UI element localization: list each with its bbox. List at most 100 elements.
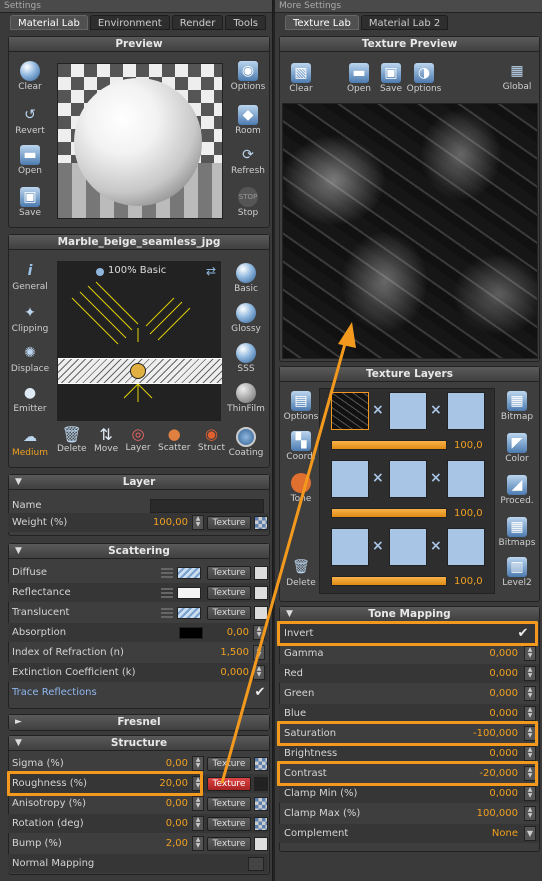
complement-dropdown-icon[interactable]: ▼ [524,826,536,841]
saturation-spinner[interactable]: ▲ ▼ [524,726,536,741]
tab-tools[interactable]: Tools [225,15,266,30]
thinfilm-button[interactable]: ThinFilm [225,383,267,414]
bump-value[interactable]: 2,00 [128,838,188,849]
tone-mapping-header[interactable]: ▼ Tone Mapping [280,607,539,622]
trace-reflections-checkbox[interactable]: ✔ [252,685,268,700]
basic-button[interactable]: Basic [225,263,267,294]
texture-clear-button[interactable]: ▧ Clear [280,63,322,94]
clipping-button[interactable]: ✦ Clipping [9,303,51,334]
clamp-max-value[interactable]: 100,000 [438,808,518,819]
reflectance-texture-swatch[interactable] [254,585,268,600]
anisotropy-value[interactable]: 0,00 [128,798,188,809]
empty-layer-thumb[interactable] [447,392,485,430]
blue-spinner[interactable]: ▲ ▼ [524,706,536,721]
weight-texture-swatch[interactable] [254,515,268,530]
material-preview-image[interactable] [57,63,223,219]
color-button[interactable]: ◤ Color [496,433,538,464]
layer-delete-button[interactable]: 🗑︎ Delete [280,557,322,588]
roughness-texture-button[interactable]: Texture [207,776,251,791]
translucent-swatch[interactable] [177,606,201,619]
clamp-max-spinner[interactable]: ▲ ▼ [524,806,536,821]
empty-layer-thumb[interactable] [389,392,427,430]
diffuse-texture-button[interactable]: Texture [207,565,251,580]
sigma-value[interactable]: 0,00 [128,758,188,769]
gamma-value[interactable]: 0,000 [438,648,518,659]
level2-button[interactable]: ▥ Level2 [496,557,538,588]
translucent-texture-swatch[interactable] [254,605,268,620]
sigma-texture-button[interactable]: Texture [207,756,251,771]
texture-preview-image[interactable] [282,103,538,359]
grip-icon[interactable] [161,607,173,618]
extinction-spinner[interactable]: ▲ ▼ [253,665,265,680]
extinction-value[interactable]: 0,000 [189,667,249,678]
open-button[interactable]: ▬ Open [9,145,51,176]
roughness-texture-swatch[interactable] [254,776,268,791]
scattering-header[interactable]: ▼ Scattering [9,544,269,559]
refresh-button[interactable]: ⟳ Refresh [227,145,269,176]
contrast-value[interactable]: -20,000 [438,768,518,779]
empty-layer-thumb[interactable] [389,528,427,566]
marble-layer-thumb[interactable] [331,392,369,430]
room-button[interactable]: ◆ Room [227,105,269,136]
green-spinner[interactable]: ▲ ▼ [524,686,536,701]
save-button[interactable]: ▣ Save [9,187,51,218]
ior-value[interactable]: 1,500 [189,647,249,658]
anisotropy-texture-swatch[interactable] [254,796,268,811]
red-spinner[interactable]: ▲ ▼ [524,666,536,681]
ior-spinner[interactable]: ▲ ▼ [253,645,265,660]
invert-checkbox[interactable]: ✔ [515,626,531,641]
scatter-button[interactable]: ● Scatter [158,425,190,465]
sigma-spinner[interactable]: ▲ ▼ [192,756,204,771]
layer-name-input[interactable] [150,498,264,513]
translucent-texture-button[interactable]: Texture [207,605,251,620]
tab-render[interactable]: Render [171,15,224,30]
tab-environment[interactable]: Environment [89,15,170,30]
stop-button[interactable]: STOP Stop [227,187,269,218]
empty-layer-thumb[interactable] [447,460,485,498]
tab-material-lab-2[interactable]: Material Lab 2 [360,15,449,30]
tone-button[interactable]: Tone [280,473,322,504]
medium-button[interactable]: ☁ Medium [9,427,51,458]
global-button[interactable]: ▦ Global [496,61,538,92]
diffuse-texture-swatch[interactable] [254,565,268,580]
empty-layer-thumb[interactable] [331,460,369,498]
absorption-value[interactable]: 0,00 [209,627,249,638]
blue-value[interactable]: 0,000 [438,708,518,719]
diffuse-swatch[interactable] [177,566,201,579]
sss-button[interactable]: SSS [225,343,267,374]
reflectance-swatch[interactable] [177,586,201,599]
layer-header[interactable]: ▼ Layer [9,475,269,490]
emitter-button[interactable]: ● Emitter [9,383,51,414]
anisotropy-spinner[interactable]: ▲ ▼ [192,796,204,811]
tab-material-lab[interactable]: Material Lab [10,15,88,30]
tab-texture-lab[interactable]: Texture Lab [285,15,359,30]
delete-button[interactable]: 🗑︎ Delete [57,425,87,465]
coating-button[interactable]: Coating [225,427,267,458]
contrast-spinner[interactable]: ▲ ▼ [524,766,536,781]
empty-layer-thumb[interactable] [447,528,485,566]
sigma-texture-swatch[interactable] [254,756,268,771]
weight-spinner[interactable]: ▲ ▼ [192,515,204,530]
displace-button[interactable]: ✺ Displace [9,343,51,374]
anisotropy-texture-button[interactable]: Texture [207,796,251,811]
reflectance-texture-button[interactable]: Texture [207,585,251,600]
green-value[interactable]: 0,000 [438,688,518,699]
general-button[interactable]: i General [9,261,51,292]
procedural-button[interactable]: ◢ Proced. [496,475,538,506]
rotation-value[interactable]: 0,00 [128,818,188,829]
rotation-spinner[interactable]: ▲ ▼ [192,816,204,831]
clamp-min-spinner[interactable]: ▲ ▼ [524,786,536,801]
roughness-spinner[interactable]: ▲ ▼ [192,776,204,791]
weight-value[interactable]: 100,00 [128,517,188,528]
glossy-button[interactable]: Glossy [225,303,267,334]
bitmaps-button[interactable]: ▦ Bitmaps [496,517,538,548]
weight-texture-button[interactable]: Texture [207,515,251,530]
bump-texture-button[interactable]: Texture [207,836,251,851]
layer-3-slider[interactable] [331,576,447,586]
layer-button[interactable]: ◎ Layer [126,425,151,465]
red-value[interactable]: 0,000 [438,668,518,679]
coord-button[interactable]: ▚ Coord. [280,431,322,462]
struct-button[interactable]: ◉ Struct [198,425,225,465]
move-button[interactable]: ⇅ Move [94,425,118,465]
empty-layer-thumb[interactable] [389,460,427,498]
